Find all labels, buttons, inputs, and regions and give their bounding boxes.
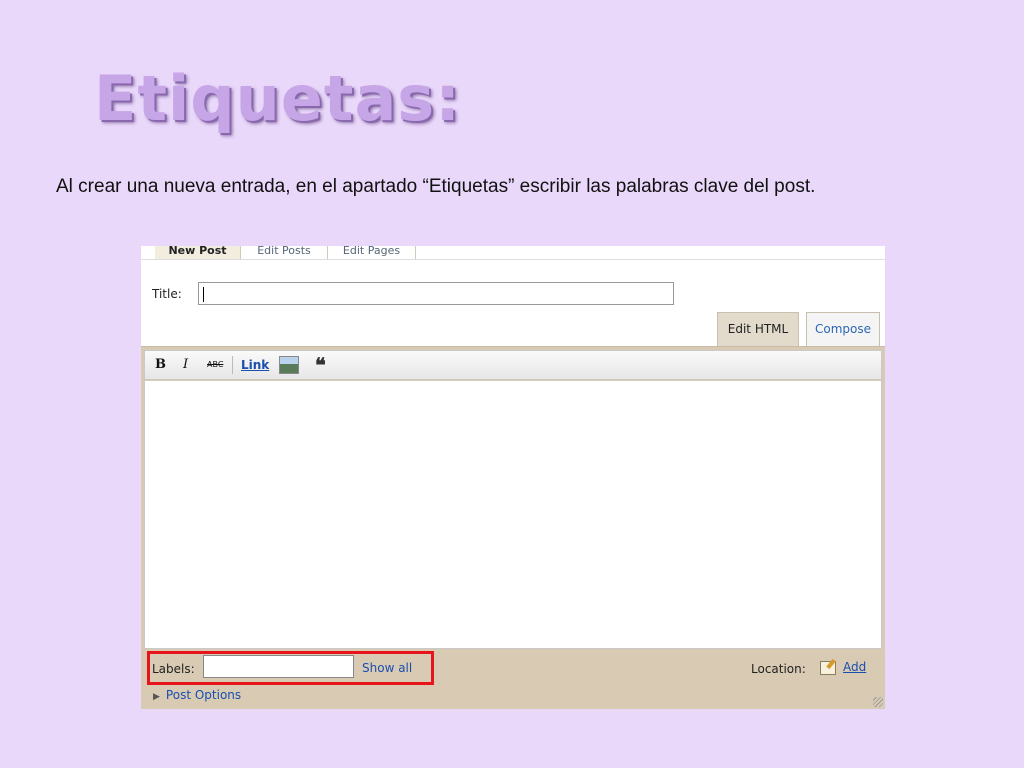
tab-edit-posts[interactable]: Edit Posts [241,246,328,259]
map-pin-icon[interactable] [820,661,836,675]
quote-icon[interactable]: ❝ [315,351,326,379]
post-body-textarea[interactable] [144,381,882,649]
strikethrough-button[interactable]: ABC [207,351,223,379]
triangle-right-icon: ▶ [153,692,160,702]
formatting-toolbar: B I ABC Link ❝ [144,350,882,380]
post-options-toggle[interactable]: ▶ Post Options [153,688,241,702]
editor-frame: B I ABC Link ❝ [141,346,885,651]
labels-input[interactable] [203,655,354,678]
tab-new-post[interactable]: New Post [155,246,241,259]
slide-title: Etiquetas: [94,62,461,135]
resize-grip[interactable] [873,697,883,707]
tab-divider [141,259,885,260]
post-options-label: Post Options [165,688,242,702]
slide-instruction: Al crear una nueva entrada, en el aparta… [56,176,816,197]
title-input[interactable] [198,282,674,305]
labels-bar: Labels: Show all Location: Add ▶ Post Opt… [141,650,885,709]
tab-compose[interactable]: Compose [806,312,880,346]
tab-edit-html[interactable]: Edit HTML [717,312,799,346]
title-label: Title: [152,287,182,301]
image-icon[interactable] [279,356,299,374]
blogger-editor-screenshot: New Post Edit Posts Edit Pages Title: Ed… [141,246,885,709]
italic-button[interactable]: I [183,351,188,379]
toolbar-separator [232,356,233,374]
text-caret [203,287,204,302]
show-all-link[interactable]: Show all [362,661,412,675]
location-label: Location: [751,662,806,676]
bold-button[interactable]: B [155,351,166,379]
tab-edit-pages[interactable]: Edit Pages [328,246,416,259]
add-location-link[interactable]: Add [843,660,866,674]
labels-label: Labels: [152,662,195,676]
link-button[interactable]: Link [241,351,269,379]
post-tabs: New Post Edit Posts Edit Pages [141,246,885,260]
